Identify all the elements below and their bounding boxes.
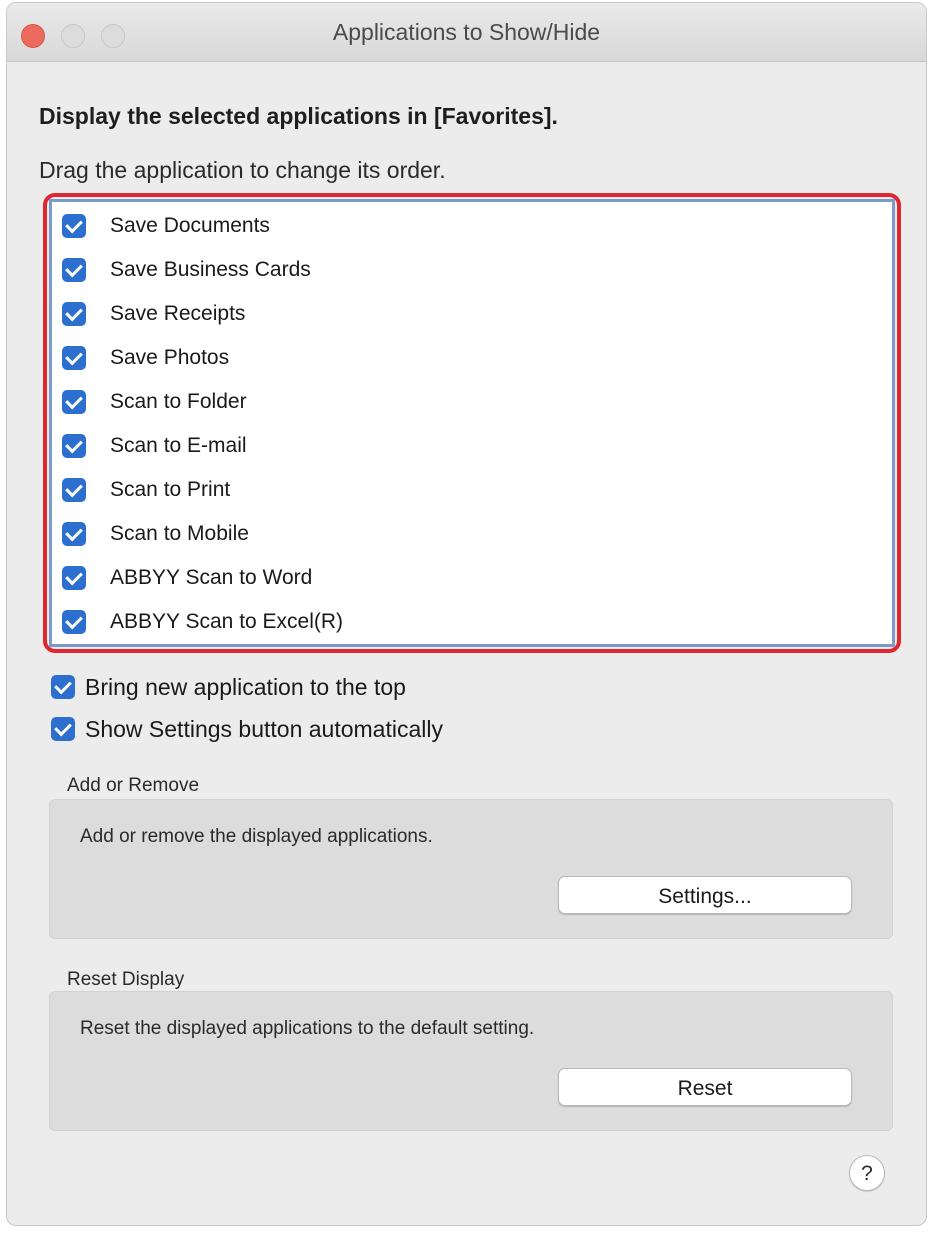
application-checkbox[interactable] (62, 522, 86, 546)
application-label: Save Business Cards (110, 258, 311, 281)
application-label: Scan to Folder (110, 390, 247, 413)
bring-new-to-top-label: Bring new application to the top (85, 673, 406, 700)
application-checkbox[interactable] (62, 566, 86, 590)
application-label: Save Receipts (110, 302, 246, 325)
application-checkbox[interactable] (62, 302, 86, 326)
application-row[interactable]: Scan to Mobile (62, 512, 249, 556)
reset-display-description: Reset the displayed applications to the … (80, 1018, 535, 1039)
application-checkbox[interactable] (62, 390, 86, 414)
application-label: Scan to Mobile (110, 522, 249, 545)
application-row[interactable]: Scan to E-mail (62, 424, 247, 468)
application-label: ABBYY Scan to Word (110, 566, 313, 589)
help-button[interactable]: ? (849, 1155, 885, 1191)
show-settings-label: Show Settings button automatically (85, 715, 443, 742)
add-remove-description: Add or remove the displayed applications… (80, 826, 433, 847)
application-checkbox[interactable] (62, 610, 86, 634)
application-checkbox[interactable] (62, 478, 86, 502)
window-title: Applications to Show/Hide (332, 19, 601, 45)
application-row[interactable]: ABBYY Scan to Excel(R) (62, 600, 343, 644)
reset-display-title: Reset Display (67, 969, 185, 990)
application-label: Scan to E-mail (110, 434, 247, 457)
application-label: Scan to Print (110, 478, 231, 501)
application-row[interactable]: Save Documents (62, 204, 270, 248)
add-remove-title: Add or Remove (67, 775, 200, 796)
show-settings-option[interactable]: Show Settings button automatically (51, 709, 443, 749)
add-remove-group: Add or remove the displayed applications… (49, 799, 893, 939)
application-row[interactable]: Save Receipts (62, 292, 245, 336)
application-row[interactable]: Scan to Folder (62, 380, 247, 424)
settings-button[interactable]: Settings... (558, 876, 852, 914)
application-checkbox[interactable] (62, 258, 86, 282)
application-row[interactable]: Scan to Print (62, 468, 230, 512)
application-label: ABBYY Scan to Excel(R) (110, 610, 344, 633)
application-checkbox[interactable] (62, 214, 86, 238)
application-list[interactable]: Save Documents Save Business Cards Save … (49, 199, 895, 647)
application-label: Save Photos (110, 346, 230, 369)
application-row[interactable]: Save Business Cards (62, 248, 311, 292)
application-row[interactable]: ABBYY Scan to Word (62, 556, 312, 600)
application-checkbox[interactable] (62, 434, 86, 458)
application-row[interactable]: Save Photos (62, 336, 229, 380)
reset-display-group: Reset the displayed applications to the … (49, 991, 893, 1131)
dialog-window: Applications to Show/Hide Display the se… (6, 2, 927, 1226)
instruction-subheading: Drag the application to change its order… (39, 157, 446, 183)
reset-button[interactable]: Reset (558, 1068, 852, 1106)
title-bar: Applications to Show/Hide (7, 3, 926, 62)
bring-new-to-top-option[interactable]: Bring new application to the top (51, 667, 406, 707)
application-label: Save Documents (110, 214, 270, 237)
bring-new-to-top-checkbox[interactable] (51, 675, 75, 699)
instruction-heading: Display the selected applications in [Fa… (39, 103, 558, 129)
application-checkbox[interactable] (62, 346, 86, 370)
show-settings-checkbox[interactable] (51, 717, 75, 741)
